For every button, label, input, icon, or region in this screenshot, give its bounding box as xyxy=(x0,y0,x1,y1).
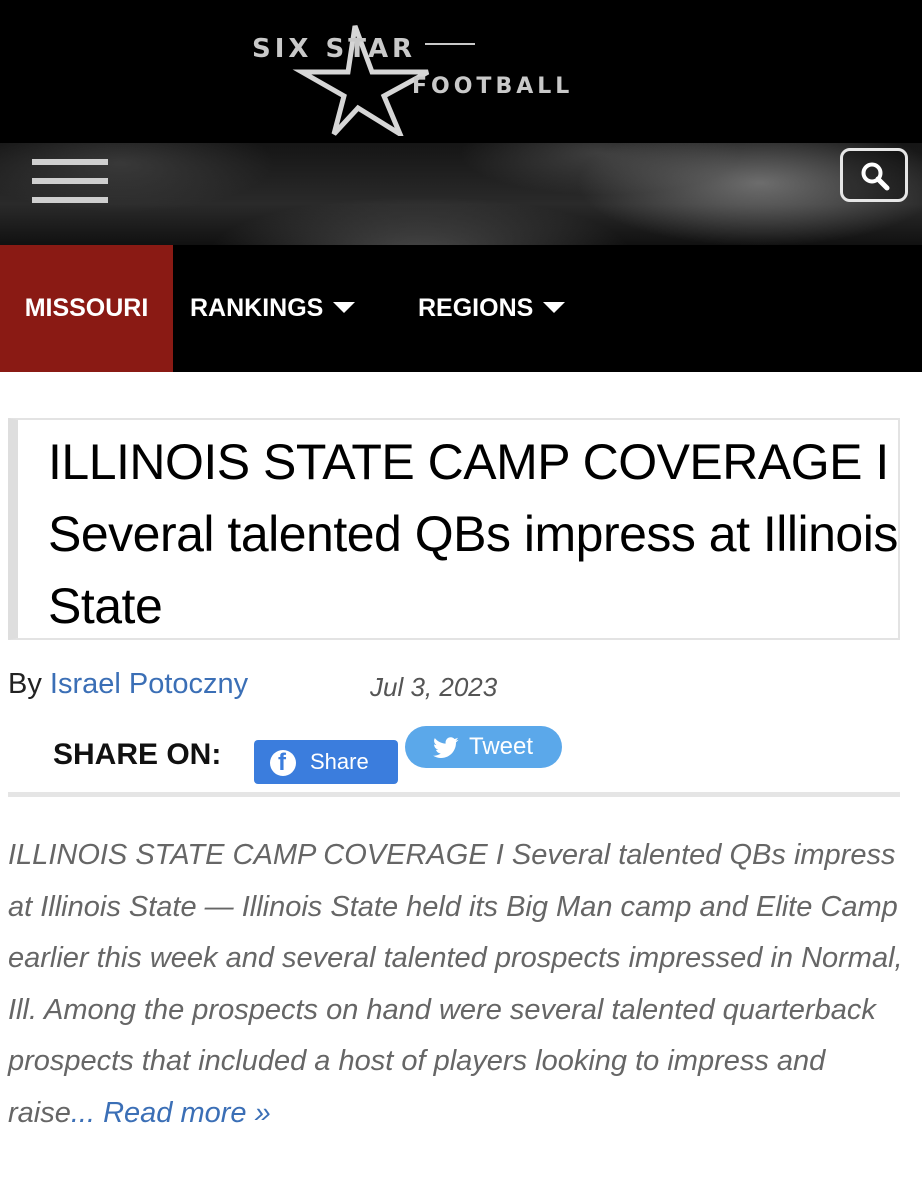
read-more-link[interactable]: ... Read more » xyxy=(71,1097,271,1129)
tweet-button[interactable]: Tweet xyxy=(405,726,562,768)
nav-item-label: MISSOURI xyxy=(24,294,149,322)
nav-item-regions[interactable]: REGIONS xyxy=(418,245,566,372)
twitter-bird-icon xyxy=(433,737,459,758)
facebook-share-label: Share xyxy=(310,749,369,774)
byline: By Israel Potoczny xyxy=(8,668,248,701)
logo-text-football: FOOTBALL xyxy=(412,74,574,99)
hamburger-menu-icon[interactable] xyxy=(32,159,108,203)
share-label: SHARE ON: xyxy=(53,738,222,771)
excerpt-text: ILLINOIS STATE CAMP COVERAGE I Several t… xyxy=(8,839,903,1129)
site-header: SIX STAR FOOTBALL xyxy=(0,0,922,143)
search-button[interactable] xyxy=(840,148,908,202)
tweet-label: Tweet xyxy=(469,733,534,760)
nav-item-label: RANKINGS xyxy=(190,294,324,322)
caret-down-icon xyxy=(333,301,356,313)
publish-date: Jul 3, 2023 xyxy=(370,672,498,702)
search-icon xyxy=(861,162,890,191)
nav-item-missouri[interactable]: MISSOURI xyxy=(0,245,173,372)
caret-down-icon xyxy=(543,301,566,313)
logo-text-six-star: SIX STAR xyxy=(252,34,417,64)
headline-box: ILLINOIS STATE CAMP COVERAGE I Several t… xyxy=(8,418,900,640)
article-title: ILLINOIS STATE CAMP COVERAGE I Several t… xyxy=(48,434,898,634)
main-nav: MISSOURI RANKINGS REGIONS xyxy=(0,245,922,372)
author-link[interactable]: Israel Potoczny xyxy=(50,668,248,700)
byline-prefix: By xyxy=(8,668,42,700)
nav-item-rankings[interactable]: RANKINGS xyxy=(190,245,356,372)
site-logo[interactable]: SIX STAR FOOTBALL xyxy=(240,14,660,136)
utility-bar xyxy=(0,143,922,245)
divider xyxy=(8,792,900,797)
facebook-share-button[interactable]: f Share xyxy=(254,740,398,784)
nav-item-label: REGIONS xyxy=(418,294,534,322)
article-excerpt: ILLINOIS STATE CAMP COVERAGE I Several t… xyxy=(8,830,908,1139)
